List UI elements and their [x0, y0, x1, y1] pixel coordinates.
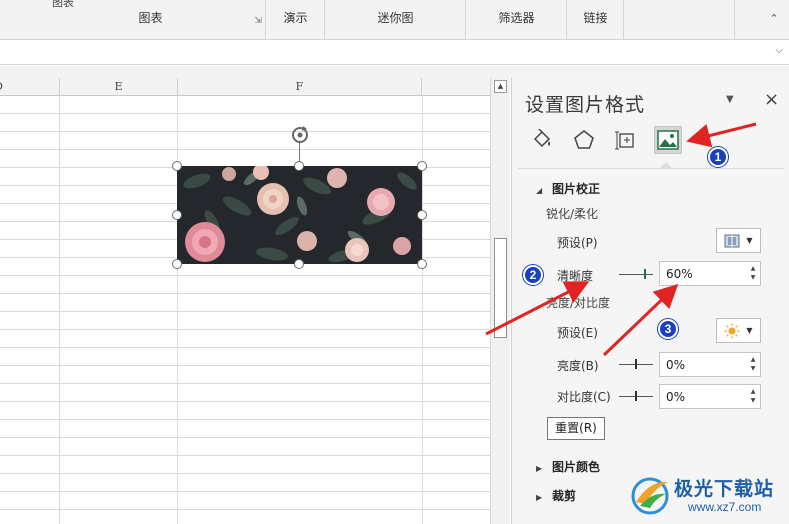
pane-options-icon[interactable]: ▼ [726, 94, 734, 105]
clarity-slider-thumb[interactable] [644, 269, 646, 279]
collapse-triangle-icon: ◢ [536, 186, 543, 195]
chevron-down-icon: ▼ [746, 326, 753, 335]
dialog-launcher-icon[interactable]: ⇲ [254, 16, 262, 26]
cell-grid[interactable] [0, 96, 490, 524]
column-header-d[interactable]: D [0, 78, 60, 96]
vertical-scrollbar[interactable]: ▲ [490, 78, 510, 524]
collapse-ribbon-icon[interactable]: ⌃ [767, 12, 781, 26]
size-properties-icon [615, 131, 634, 150]
tab-fill-line[interactable] [528, 126, 556, 154]
sun-icon [724, 323, 740, 338]
scroll-up-button[interactable]: ▲ [494, 80, 507, 93]
ribbon-group-empty [625, 0, 735, 40]
resize-handle-left[interactable] [172, 210, 182, 220]
clarity-label: 清晰度 [557, 269, 594, 283]
contrast-slider[interactable] [619, 391, 653, 401]
section-title: 裁剪 [552, 489, 577, 503]
picture-color-header[interactable]: ▶ 图片颜色 [536, 458, 600, 475]
section-title: 图片颜色 [552, 460, 601, 474]
tab-size-properties[interactable] [612, 126, 640, 154]
column-header-f[interactable]: F [178, 78, 422, 96]
tab-effects[interactable] [570, 126, 598, 154]
brightness-label: 亮度(B) [557, 359, 599, 373]
resize-handle-top[interactable] [294, 161, 304, 171]
aurora-logo-icon [631, 477, 669, 515]
brightness-slider[interactable] [619, 359, 653, 369]
formula-bar[interactable]: ⌵ [0, 41, 789, 65]
callout-badge-2: 2 [523, 265, 543, 285]
watermark: 极光下载站 www.xz7.com [628, 470, 786, 520]
column-headers: D E F [0, 78, 490, 96]
resize-handle-bottom-right[interactable] [417, 259, 427, 269]
rotate-handle-icon[interactable] [289, 124, 311, 146]
brightness-value[interactable]: 0% [666, 358, 685, 372]
expand-triangle-icon: ▶ [536, 464, 543, 473]
contrast-value[interactable]: 0% [666, 390, 685, 404]
ribbon-group-label: 演示 [283, 11, 308, 25]
sharpen-soften-label: 锐化/柔化 [546, 207, 599, 221]
sharpen-preset-icon [724, 234, 740, 247]
ribbon-group-charts: 图表 图表 ⇲ [36, 0, 266, 40]
spin-arrows-icon[interactable]: ▲ ▼ [749, 387, 757, 405]
rose-image [177, 166, 422, 264]
close-icon[interactable]: × [764, 89, 779, 110]
crop-header[interactable]: ▶ 裁剪 [536, 487, 576, 504]
callout-badge-3: 3 [658, 319, 678, 339]
sharpen-presets-label: 预设(P) [557, 236, 598, 250]
pentagon-icon [574, 130, 594, 149]
clarity-value[interactable]: 60% [666, 267, 693, 281]
brightness-presets-label: 预设(E) [557, 326, 598, 340]
resize-handle-right[interactable] [417, 210, 427, 220]
separator-band [0, 66, 789, 78]
resize-handle-top-right[interactable] [417, 161, 427, 171]
resize-handle-top-left[interactable] [172, 161, 182, 171]
picture-corrections-header[interactable]: ◢ 图片校正 [536, 180, 600, 197]
contrast-label: 对比度(C) [557, 390, 611, 404]
spin-arrows-icon[interactable]: ▲ ▼ [749, 264, 757, 282]
contrast-spinner[interactable]: 0% ▲ ▼ [659, 384, 761, 409]
ribbon-group-tours: 演示 [267, 0, 325, 40]
ribbon-group-label: 链接 [583, 11, 608, 25]
sharpen-presets-dropdown[interactable]: ▼ [716, 228, 761, 253]
section-title: 图片校正 [552, 182, 601, 196]
chevron-down-icon: ▼ [746, 236, 753, 245]
paint-bucket-icon [533, 129, 551, 148]
brightness-contrast-label: 亮度/对比度 [546, 296, 611, 310]
pane-title: 设置图片格式 [525, 94, 646, 116]
ribbon: 图表 图表 ⇲ 演示 迷你图 筛选器 链接 ⌃ [0, 0, 789, 40]
pane-divider [518, 168, 784, 169]
ribbon-group-label: 图表 [138, 11, 163, 25]
grid-column-line [59, 96, 60, 524]
resize-handle-bottom-left[interactable] [172, 259, 182, 269]
watermark-url: www.xz7.com [688, 500, 762, 514]
resize-handle-bottom[interactable] [294, 259, 304, 269]
brightness-presets-dropdown[interactable]: ▼ [716, 318, 761, 343]
ribbon-group-filters: 筛选器 [467, 0, 567, 40]
scroll-thumb[interactable] [494, 238, 507, 338]
ribbon-group-label: 筛选器 [498, 11, 535, 25]
tab-picture[interactable] [654, 126, 682, 154]
ribbon-group-links: 链接 [568, 0, 624, 40]
brightness-slider-thumb[interactable] [635, 359, 637, 369]
expand-formula-bar-icon[interactable]: ⌵ [775, 45, 783, 56]
callout-badge-1: 1 [708, 147, 728, 167]
ribbon-group-label: 迷你图 [377, 11, 414, 25]
contrast-slider-thumb[interactable] [635, 391, 637, 401]
brightness-spinner[interactable]: 0% ▲ ▼ [659, 352, 761, 377]
rose-picture[interactable] [177, 166, 422, 264]
clarity-spinner[interactable]: 60% ▲ ▼ [659, 261, 761, 286]
worksheet[interactable]: D E F [0, 78, 490, 524]
spin-arrows-icon[interactable]: ▲ ▼ [749, 355, 757, 373]
format-picture-pane: 设置图片格式 ▼ × ◢ 图片校正 锐化/柔化 预设(P) ▼ 清晰度 60% … [511, 78, 789, 524]
watermark-title: 极光下载站 [674, 478, 775, 500]
expand-triangle-icon: ▶ [536, 493, 543, 502]
reset-button[interactable]: 重置(R) [547, 417, 605, 440]
ribbon-group-sparklines: 迷你图 [326, 0, 466, 40]
column-header-e[interactable]: E [60, 78, 178, 96]
picture-icon [657, 130, 679, 150]
clarity-slider[interactable] [619, 269, 653, 279]
